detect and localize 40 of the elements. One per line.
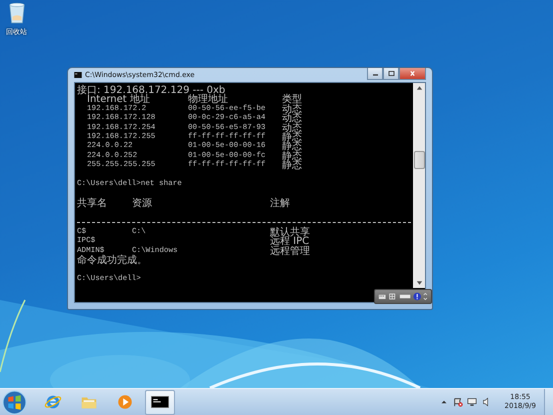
maximize-icon xyxy=(388,71,394,76)
column-header: 共享名 xyxy=(77,198,108,208)
minimize-button[interactable] xyxy=(367,68,383,80)
grid-icon[interactable] xyxy=(388,292,397,301)
close-icon xyxy=(409,71,416,76)
entry-type: 静态 xyxy=(282,142,303,152)
speaker-icon[interactable] xyxy=(480,397,491,407)
column-header: 注解 xyxy=(270,198,291,208)
console-icon xyxy=(151,396,169,408)
entry-type: 动态 xyxy=(282,104,303,114)
play-icon xyxy=(116,393,134,411)
options-icon[interactable] xyxy=(423,292,428,301)
share-remark: 远程 IPC xyxy=(270,237,310,247)
column-header: Internet 地址 xyxy=(87,95,151,105)
column-header: 资源 xyxy=(132,198,153,208)
close-button[interactable] xyxy=(399,68,426,80)
entry-type: 静态 xyxy=(282,132,303,142)
share-remark: 远程管理 xyxy=(270,246,311,256)
maximize-button[interactable] xyxy=(383,68,399,80)
browser-icon xyxy=(44,393,62,411)
scroll-down-icon[interactable] xyxy=(416,280,422,286)
console-icon xyxy=(74,72,82,78)
share-remark: 默认共享 xyxy=(270,228,311,238)
recycle-bin-icon[interactable] xyxy=(8,2,26,24)
entry-type: 静态 xyxy=(282,152,303,162)
start-button[interactable] xyxy=(2,390,27,414)
column-header: 物理地址 xyxy=(188,95,228,105)
scroll-thumb[interactable] xyxy=(414,151,424,169)
scroll-up-icon[interactable] xyxy=(416,85,422,91)
entry-type: 动态 xyxy=(282,124,303,133)
network-icon[interactable] xyxy=(466,397,477,407)
keyboard-icon[interactable] xyxy=(378,292,386,301)
entry-type: 静态 xyxy=(282,161,303,171)
flag-icon[interactable] xyxy=(452,397,463,407)
scrollbar[interactable] xyxy=(413,83,425,288)
column-header: 类型 xyxy=(282,95,303,105)
console-line: 命令成功完成。 xyxy=(77,256,148,266)
input-bar-icon[interactable] xyxy=(398,292,411,301)
entry-type: 动态 xyxy=(282,114,303,124)
taskbar-button[interactable] xyxy=(145,390,175,414)
